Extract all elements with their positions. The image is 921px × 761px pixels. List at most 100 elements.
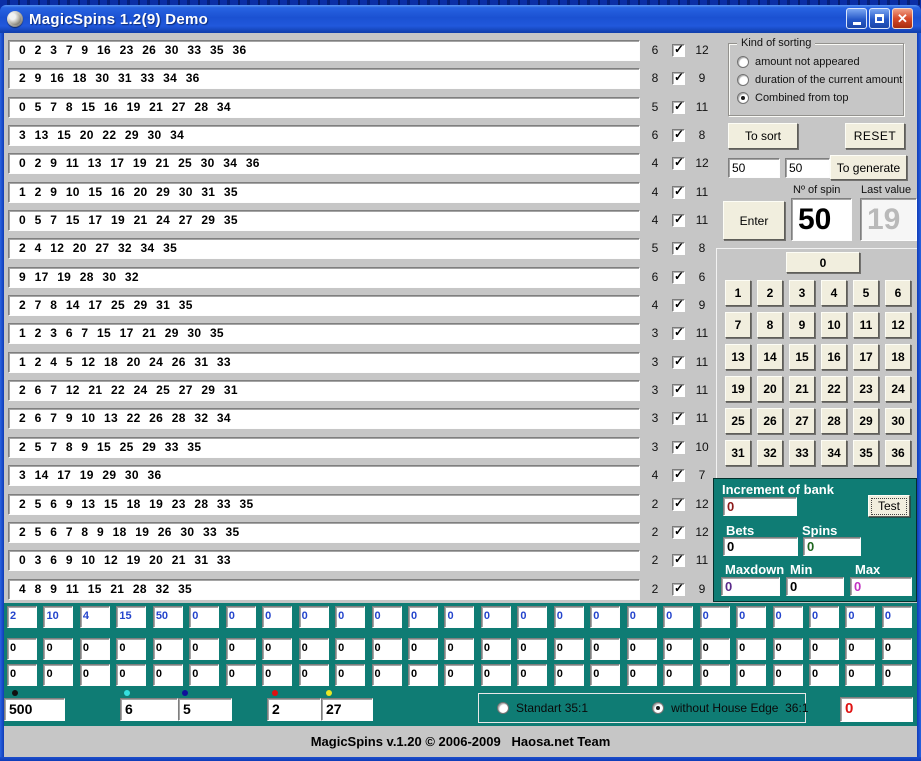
radio-icon[interactable] [652,702,664,714]
bet-cell[interactable]: 0 [554,638,584,660]
bet-cell[interactable]: 0 [262,606,292,628]
number-button[interactable]: 29 [853,408,879,434]
bet-cell[interactable]: 0 [444,638,474,660]
spin-sequence-field[interactable]: 4 8 9 11 15 21 28 32 35 [8,579,640,600]
bet-cell[interactable]: 0 [43,638,73,660]
bet-cell[interactable]: 0 [590,606,620,628]
bet-cell[interactable]: 0 [554,664,584,686]
number-button[interactable]: 34 [821,440,847,466]
bet-cell[interactable]: 0 [189,606,219,628]
bet-cell[interactable]: 4 [80,606,110,628]
bet-cell[interactable]: 0 [663,664,693,686]
number-button[interactable]: 28 [821,408,847,434]
number-button[interactable]: 10 [821,312,847,338]
bet-cell[interactable]: 0 [408,664,438,686]
spin-sequence-field[interactable]: 2 4 12 20 27 32 34 35 [8,238,640,259]
n-of-spin-field[interactable]: 50 [791,198,852,241]
number-button[interactable]: 20 [757,376,783,402]
bet-cell[interactable]: 0 [43,664,73,686]
bet-cell[interactable]: 0 [554,606,584,628]
payout-option-standart[interactable]: Standart 35:1 [497,701,588,715]
bet-cell[interactable]: 0 [700,606,730,628]
bet-cell[interactable]: 15 [116,606,146,628]
bet-cell[interactable]: 0 [845,606,875,628]
min-field[interactable]: 0 [786,577,844,596]
number-button[interactable]: 19 [725,376,751,402]
spin-sequence-field[interactable]: 2 6 7 12 21 22 24 25 27 29 31 [8,380,640,401]
number-button[interactable]: 25 [725,408,751,434]
spin-sequence-field[interactable]: 1 2 3 6 7 15 17 21 29 30 35 [8,323,640,344]
maxdown-field[interactable]: 0 [721,577,780,596]
bet-cell[interactable]: 0 [882,664,912,686]
bet-cell[interactable]: 0 [700,664,730,686]
bet-cell[interactable]: 0 [335,638,365,660]
bet-cell[interactable]: 0 [845,638,875,660]
number-button[interactable]: 11 [853,312,879,338]
payout-option-no-house-edge[interactable]: without House Edge 36:1 [652,701,808,715]
bet-cell[interactable]: 0 [372,638,402,660]
bet-cell[interactable]: 0 [809,638,839,660]
bet-cell[interactable]: 50 [153,606,183,628]
bet-cell[interactable]: 0 [116,664,146,686]
row-checkbox[interactable] [672,469,685,482]
to-sort-button[interactable]: To sort [728,123,798,149]
bet-cell[interactable]: 0 [116,638,146,660]
spin-sequence-field[interactable]: 3 14 17 19 29 30 36 [8,465,640,486]
spin-sequence-field[interactable]: 9 17 19 28 30 32 [8,267,640,288]
bet-cell[interactable]: 0 [299,664,329,686]
row-checkbox[interactable] [672,526,685,539]
spin-sequence-field[interactable]: 0 2 3 7 9 16 23 26 30 33 35 36 [8,40,640,61]
sorting-option-duration[interactable]: duration of the current amount [737,74,903,86]
spin-sequence-field[interactable]: 0 3 6 9 10 12 19 20 21 31 33 [8,550,640,571]
enter-button[interactable]: Enter [723,201,785,240]
row-checkbox[interactable] [672,44,685,57]
number-button[interactable]: 18 [885,344,911,370]
row-checkbox[interactable] [672,271,685,284]
increment-field[interactable]: 0 [723,497,797,516]
bet-cell[interactable]: 0 [153,638,183,660]
row-checkbox[interactable] [672,299,685,312]
number-button[interactable]: 6 [885,280,911,306]
row-checkbox[interactable] [672,384,685,397]
bet-cell[interactable]: 0 [736,664,766,686]
bet-cell[interactable]: 0 [189,664,219,686]
bet-cell[interactable]: 0 [226,664,256,686]
row-checkbox[interactable] [672,186,685,199]
spin-sequence-field[interactable]: 2 7 8 14 17 25 29 31 35 [8,295,640,316]
bet-cell[interactable]: 0 [590,664,620,686]
bet-cell[interactable]: 0 [882,638,912,660]
bet-cell[interactable]: 0 [481,664,511,686]
bet-cell[interactable]: 0 [627,638,657,660]
radio-icon[interactable] [737,92,749,104]
bet-cell[interactable]: 0 [481,606,511,628]
bet-cell[interactable]: 0 [517,664,547,686]
spin-sequence-field[interactable]: 2 5 6 7 8 9 18 19 26 30 33 35 [8,522,640,543]
number-button[interactable]: 3 [789,280,815,306]
bet-cell[interactable]: 0 [736,606,766,628]
row-checkbox[interactable] [672,498,685,511]
number-button[interactable]: 32 [757,440,783,466]
radio-icon[interactable] [737,74,749,86]
spin-sequence-field[interactable]: 2 5 6 9 13 15 18 19 23 28 33 35 [8,494,640,515]
spin-sequence-field[interactable]: 1 2 9 10 15 16 20 29 30 31 35 [8,182,640,203]
number-button[interactable]: 35 [853,440,879,466]
result-field[interactable]: 0 [840,697,913,722]
spin-sequence-field[interactable]: 2 5 7 8 9 15 25 29 33 35 [8,437,640,458]
row-checkbox[interactable] [672,412,685,425]
number-button[interactable]: 4 [821,280,847,306]
number-button[interactable]: 17 [853,344,879,370]
to-generate-button[interactable]: To generate [830,155,907,180]
number-button[interactable]: 12 [885,312,911,338]
number-button[interactable]: 7 [725,312,751,338]
number-button[interactable]: 27 [789,408,815,434]
row-checkbox[interactable] [672,554,685,567]
spin-sequence-field[interactable]: 0 2 9 11 13 17 19 21 25 30 34 36 [8,153,640,174]
summary-field-4[interactable]: 2 [267,698,321,721]
bet-cell[interactable]: 0 [226,606,256,628]
generate-count-field-1[interactable]: 50 [728,158,780,178]
number-button[interactable]: 30 [885,408,911,434]
row-checkbox[interactable] [672,129,685,142]
number-button[interactable]: 13 [725,344,751,370]
number-button[interactable]: 36 [885,440,911,466]
bet-cell[interactable]: 0 [335,664,365,686]
